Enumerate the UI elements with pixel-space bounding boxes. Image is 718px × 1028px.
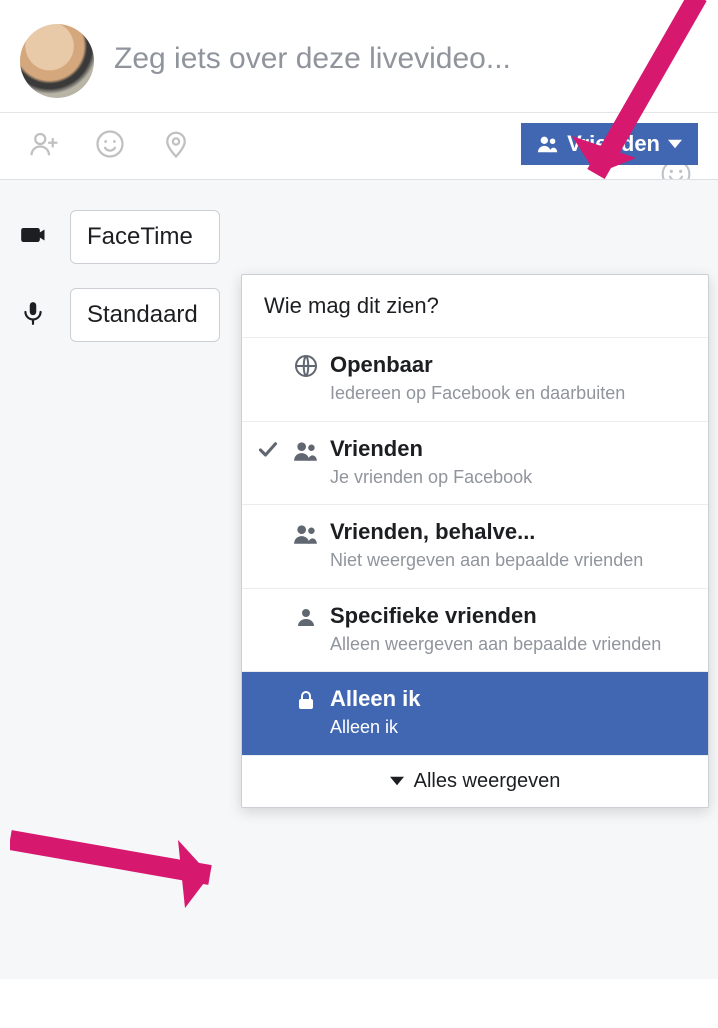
check-icon [254,436,282,460]
option-public[interactable]: Openbaar Iedereen op Facebook en daarbui… [242,337,708,421]
check-placeholder [254,603,282,607]
option-desc: Iedereen op Facebook en daarbuiten [330,382,690,405]
option-desc: Je vrienden op Facebook [330,466,690,489]
feeling-icon[interactable] [94,128,126,160]
caret-down-icon [390,776,404,786]
friends-icon [290,436,322,464]
option-only-me[interactable]: Alleen ik Alleen ik [242,671,708,755]
annotation-arrow-top [548,0,718,226]
tag-people-icon[interactable] [28,128,60,160]
option-friends[interactable]: Vrienden Je vrienden op Facebook [242,421,708,505]
dropdown-header: Wie mag dit zien? [242,275,708,337]
show-all-label: Alles weergeven [414,770,561,793]
option-title: Specifieke vrienden [330,603,690,629]
avatar [20,24,94,98]
option-title: Openbaar [330,352,690,378]
option-specific-friends[interactable]: Specifieke vrienden Alleen weergeven aan… [242,588,708,672]
globe-icon [290,352,322,378]
option-desc: Alleen weergeven aan bepaalde vrienden [330,633,690,656]
option-title: Vrienden, behalve... [330,519,690,545]
option-desc: Niet weergeven aan bepaalde vrienden [330,549,690,572]
check-placeholder [254,519,282,523]
location-icon[interactable] [160,128,192,160]
person-icon [290,603,322,629]
check-placeholder [254,352,282,356]
check-placeholder [254,686,282,690]
annotation-arrow-bottom [10,810,270,920]
lock-icon [290,686,322,712]
camera-select[interactable]: FaceTime [70,210,220,264]
friends-except-icon [290,519,322,547]
option-title: Alleen ik [330,686,690,712]
privacy-dropdown: Wie mag dit zien? Openbaar Iedereen op F… [241,274,709,808]
option-friends-except[interactable]: Vrienden, behalve... Niet weergeven aan … [242,504,708,588]
mic-select[interactable]: Standaard [70,288,220,342]
camera-icon [20,221,50,254]
option-desc: Alleen ik [330,716,690,739]
show-all-button[interactable]: Alles weergeven [242,755,708,807]
option-title: Vrienden [330,436,690,462]
mic-icon [20,300,50,331]
